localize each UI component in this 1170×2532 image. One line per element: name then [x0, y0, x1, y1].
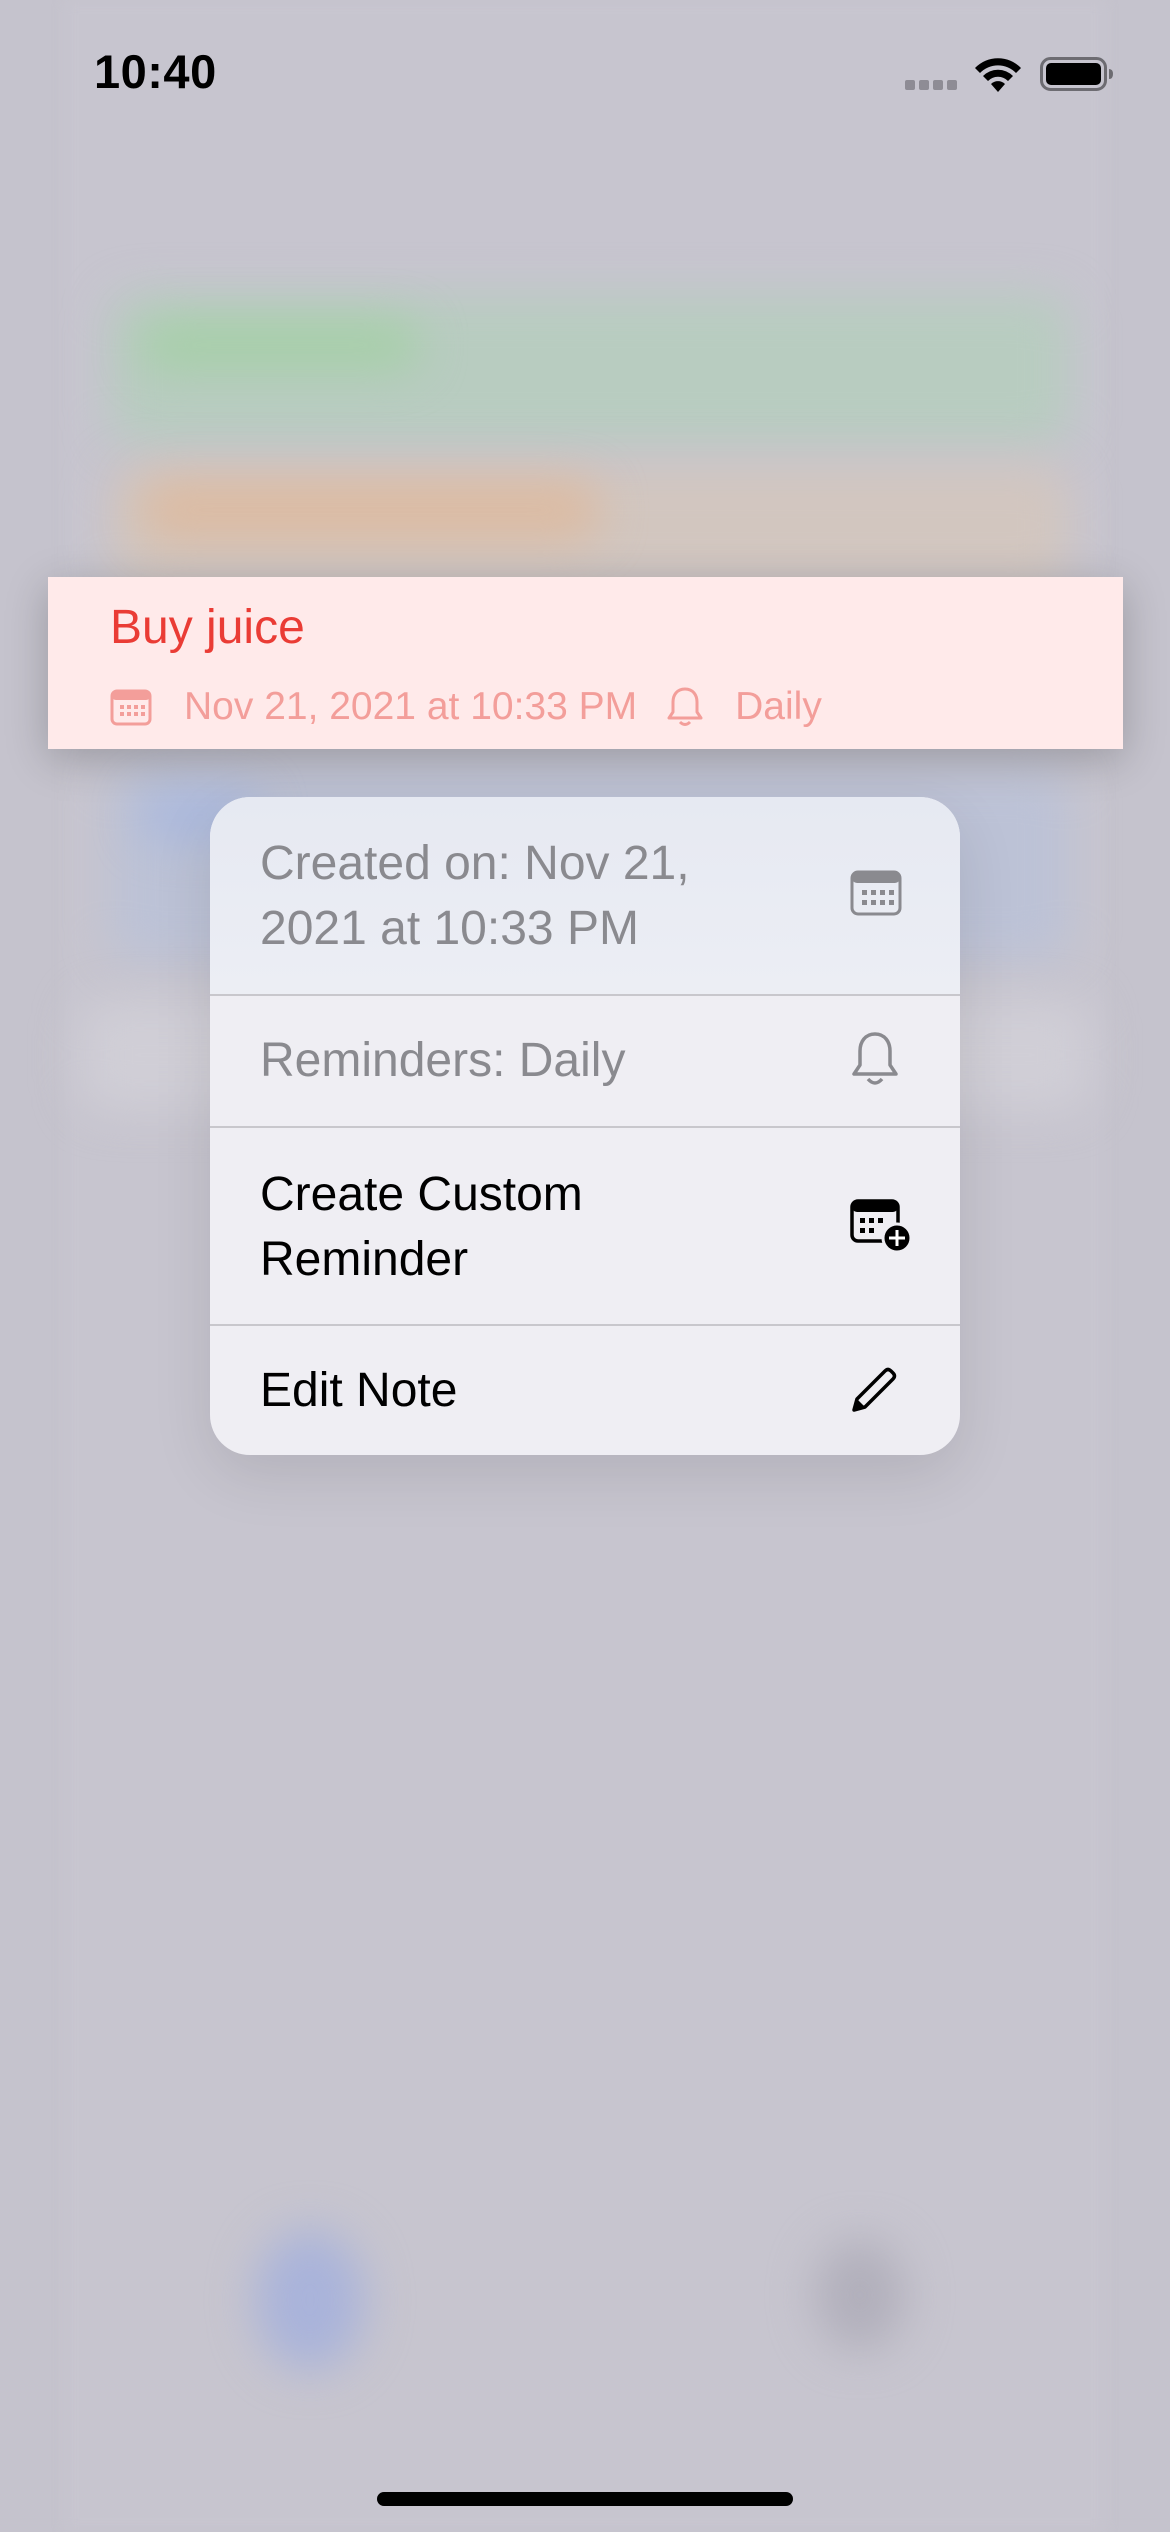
- menu-item-label: Reminders: Daily: [260, 1034, 626, 1087]
- calendar-plus-icon: [850, 1199, 913, 1254]
- menu-item-create-custom-reminder[interactable]: Create Custom Reminder: [210, 1128, 960, 1324]
- note-meta: Nov 21, 2021 at 10:33 PM Daily: [110, 682, 822, 732]
- home-indicator[interactable]: [377, 2492, 793, 2506]
- menu-item-label: Create Custom Reminder: [260, 1168, 583, 1286]
- bell-icon: [852, 1032, 898, 1085]
- note-title: Buy juice: [110, 601, 305, 654]
- menu-item-reminders: Reminders: Daily: [210, 996, 960, 1126]
- note-repeat: Daily: [735, 685, 822, 728]
- blurred-tab-item-left: [255, 2230, 365, 2370]
- menu-item-label: Created on: Nov 21, 2021 at 10:33 PM: [260, 837, 690, 955]
- wifi-icon: [975, 58, 1021, 92]
- status-bar: 10:40: [0, 0, 1170, 150]
- battery-icon: [1040, 57, 1113, 91]
- menu-item-created-on: Created on: Nov 21, 2021 at 10:33 PM: [210, 797, 960, 994]
- menu-item-edit-note[interactable]: Edit Note: [210, 1326, 960, 1455]
- note-card[interactable]: Buy juice Nov 21, 2021 at 10:33 PM Daily: [48, 577, 1123, 749]
- calendar-icon: [110, 689, 152, 726]
- menu-item-label: Edit Note: [260, 1364, 458, 1417]
- status-time: 10:40: [94, 45, 217, 98]
- blurred-tab-item-right: [815, 2240, 905, 2350]
- note-date: Nov 21, 2021 at 10:33 PM: [184, 685, 638, 728]
- pencil-icon: [852, 1367, 897, 1412]
- calendar-icon: [850, 870, 902, 916]
- cellular-signal-icon: [905, 80, 959, 92]
- blurred-note-orange-title: [140, 480, 600, 540]
- blurred-note-green-title: [140, 320, 420, 370]
- context-menu: Created on: Nov 21, 2021 at 10:33 PM Rem…: [210, 797, 960, 1455]
- blurred-note-green: [110, 295, 1070, 445]
- bell-icon: [667, 687, 703, 726]
